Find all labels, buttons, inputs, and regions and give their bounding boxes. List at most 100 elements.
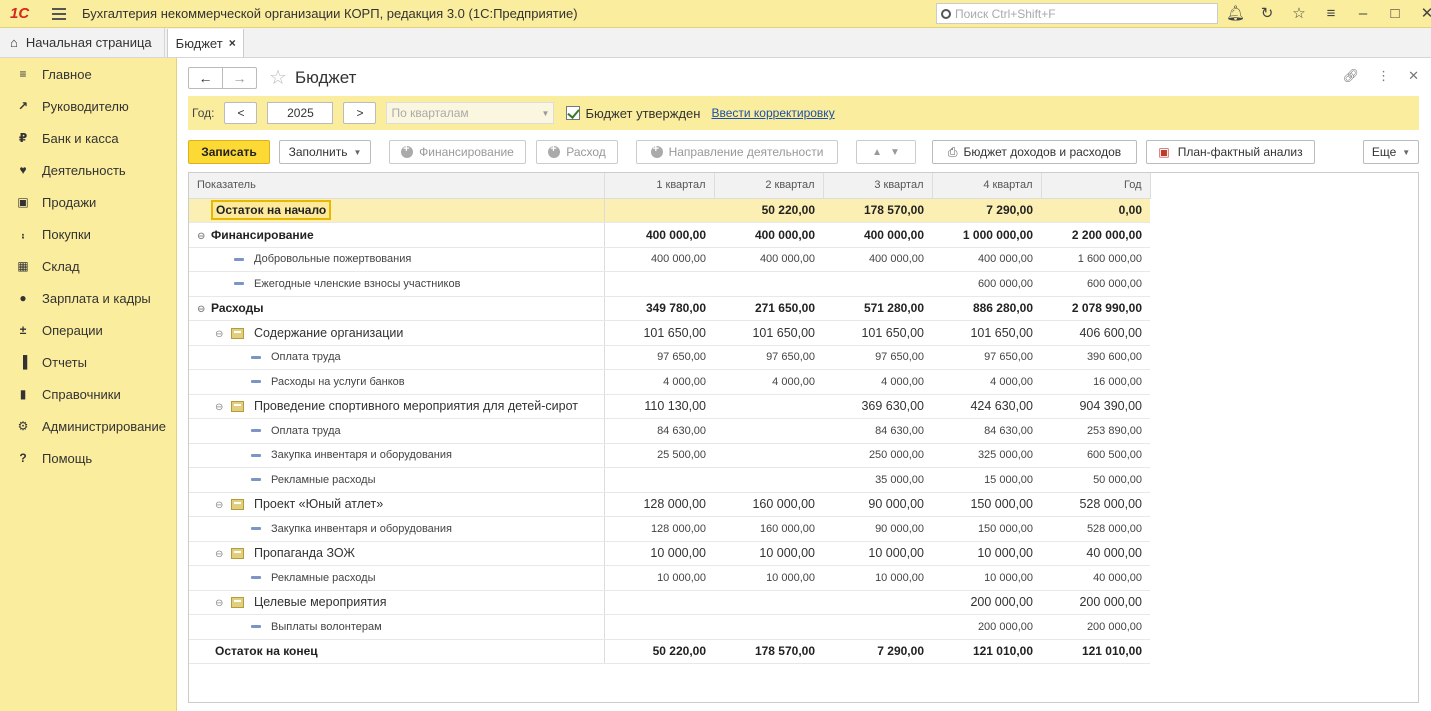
- row-label-cell[interactable]: Добровольные пожертвования: [189, 247, 605, 272]
- row-label-cell[interactable]: Рекламные расходы: [189, 467, 605, 493]
- sidebar-item[interactable]: ≡ Главное: [0, 58, 176, 90]
- value-cell[interactable]: [823, 614, 932, 640]
- value-cell[interactable]: 10 000,00: [823, 541, 932, 566]
- value-cell[interactable]: 424 630,00: [932, 394, 1041, 419]
- row-label-cell[interactable]: Остаток на конец: [189, 639, 605, 664]
- value-cell[interactable]: 4 000,00: [823, 369, 932, 395]
- value-cell[interactable]: 90 000,00: [823, 516, 932, 542]
- value-cell[interactable]: 904 390,00: [1041, 394, 1150, 419]
- column-header[interactable]: 2 квартал: [714, 173, 824, 199]
- value-cell[interactable]: 128 000,00: [604, 516, 714, 542]
- table-row[interactable]: Остаток на конец 50 220,00 178 570,00 7 290…: [189, 639, 1150, 664]
- sidebar-item[interactable]: ▣ Продажи: [0, 186, 176, 218]
- row-label-cell[interactable]: ⊖ Расходы: [189, 296, 605, 321]
- value-cell[interactable]: 178 570,00: [714, 639, 823, 664]
- value-cell[interactable]: 0,00: [1041, 198, 1150, 223]
- value-cell[interactable]: [604, 467, 714, 493]
- value-cell[interactable]: 101 650,00: [714, 320, 823, 346]
- table-row[interactable]: Добровольные пожертвования 400 000,00 400 …: [189, 247, 1150, 272]
- value-cell[interactable]: 528 000,00: [1041, 492, 1150, 517]
- value-cell[interactable]: 7 290,00: [932, 198, 1041, 223]
- value-cell[interactable]: [604, 198, 714, 223]
- value-cell[interactable]: 390 600,00: [1041, 345, 1150, 370]
- value-cell[interactable]: [714, 418, 823, 444]
- sidebar-item[interactable]: ? Помощь: [0, 442, 176, 474]
- value-cell[interactable]: 200 000,00: [932, 590, 1041, 615]
- collapse-icon[interactable]: ⊖: [197, 304, 207, 315]
- value-cell[interactable]: 369 630,00: [823, 394, 932, 419]
- value-cell[interactable]: 400 000,00: [823, 222, 932, 248]
- favorite-star-icon[interactable]: ☆: [269, 68, 287, 88]
- table-row[interactable]: ⊖ Проект «Юный атлет» 128 000,00 160 000,00…: [189, 492, 1150, 517]
- value-cell[interactable]: 40 000,00: [1041, 541, 1150, 566]
- value-cell[interactable]: 600 000,00: [932, 271, 1041, 297]
- row-label-cell[interactable]: ⊖ Проведение спортивного мероприятия для …: [189, 394, 605, 419]
- collapse-icon[interactable]: ⊖: [215, 598, 225, 609]
- value-cell[interactable]: 400 000,00: [604, 247, 714, 272]
- minimize-icon[interactable]: –: [1354, 4, 1372, 24]
- value-cell[interactable]: 84 630,00: [823, 418, 932, 444]
- value-cell[interactable]: [823, 271, 932, 297]
- value-cell[interactable]: 400 000,00: [714, 222, 823, 248]
- year-field[interactable]: 2025: [267, 102, 334, 124]
- forward-button[interactable]: →: [222, 68, 256, 88]
- row-label-cell[interactable]: ⊖ Проект «Юный атлет»: [189, 492, 605, 517]
- row-label-cell[interactable]: ⊖ Пропаганда ЗОЖ: [189, 541, 605, 566]
- value-cell[interactable]: 160 000,00: [714, 516, 823, 542]
- sidebar-item[interactable]: ⚙ Администрирование: [0, 410, 176, 442]
- value-cell[interactable]: 400 000,00: [604, 222, 714, 248]
- plan-fact-button[interactable]: ▣ План-фактный анализ: [1146, 140, 1315, 164]
- value-cell[interactable]: 325 000,00: [932, 443, 1041, 468]
- row-label-cell[interactable]: Ежегодные членские взносы участников: [189, 271, 605, 297]
- add-financing-button[interactable]: Финансирование: [389, 140, 526, 164]
- value-cell[interactable]: 128 000,00: [604, 492, 714, 517]
- row-label-cell[interactable]: Закупка инвентаря и оборудования: [189, 516, 605, 542]
- collapse-icon[interactable]: ⊖: [197, 231, 207, 242]
- value-cell[interactable]: 10 000,00: [823, 565, 932, 591]
- value-cell[interactable]: 84 630,00: [932, 418, 1041, 444]
- value-cell[interactable]: [714, 443, 823, 468]
- search-input[interactable]: Поиск Ctrl+Shift+F: [936, 3, 1218, 24]
- value-cell[interactable]: 600 500,00: [1041, 443, 1150, 468]
- value-cell[interactable]: 10 000,00: [932, 541, 1041, 566]
- value-cell[interactable]: 886 280,00: [932, 296, 1041, 321]
- form-close-icon[interactable]: ✕: [1408, 68, 1419, 84]
- value-cell[interactable]: 10 000,00: [604, 565, 714, 591]
- table-row[interactable]: Закупка инвентаря и оборудования 128 000,…: [189, 516, 1150, 542]
- value-cell[interactable]: 50 000,00: [1041, 467, 1150, 493]
- value-cell[interactable]: 10 000,00: [932, 565, 1041, 591]
- value-cell[interactable]: 571 280,00: [823, 296, 932, 321]
- close-icon[interactable]: ✕: [1418, 4, 1431, 24]
- row-label-cell[interactable]: Закупка инвентаря и оборудования: [189, 443, 605, 468]
- back-button[interactable]: ←: [189, 68, 222, 88]
- value-cell[interactable]: 40 000,00: [1041, 565, 1150, 591]
- table-row[interactable]: ⊖ Пропаганда ЗОЖ 10 000,00 10 000,00 10 000,…: [189, 541, 1150, 566]
- collapse-icon[interactable]: ⊖: [215, 500, 225, 511]
- table-row[interactable]: Выплаты волонтерам 200 000,00 200 000,00: [189, 614, 1150, 640]
- row-label-cell[interactable]: Оплата труда: [189, 345, 605, 370]
- settings-menu-icon[interactable]: ≡: [1322, 4, 1340, 24]
- table-row[interactable]: ⊖ Расходы 349 780,00 271 650,00 571 280,00 88…: [189, 296, 1150, 321]
- value-cell[interactable]: 4 000,00: [604, 369, 714, 395]
- sidebar-item[interactable]: ▐ Отчеты: [0, 346, 176, 378]
- value-cell[interactable]: [604, 614, 714, 640]
- value-cell[interactable]: 200 000,00: [1041, 614, 1150, 640]
- value-cell[interactable]: 121 010,00: [1041, 639, 1150, 664]
- value-cell[interactable]: 250 000,00: [823, 443, 932, 468]
- value-cell[interactable]: 178 570,00: [823, 198, 932, 223]
- column-header[interactable]: 1 квартал: [604, 173, 715, 199]
- value-cell[interactable]: 35 000,00: [823, 467, 932, 493]
- sidebar-item[interactable]: ▮ Справочники: [0, 378, 176, 410]
- value-cell[interactable]: 101 650,00: [932, 320, 1041, 346]
- value-cell[interactable]: [604, 590, 714, 615]
- row-label-cell[interactable]: Остаток на начало: [189, 198, 605, 223]
- value-cell[interactable]: 90 000,00: [823, 492, 932, 517]
- save-button[interactable]: Записать: [188, 140, 270, 164]
- table-row[interactable]: ⊖ Проведение спортивного мероприятия для …: [189, 394, 1150, 419]
- value-cell[interactable]: 2 200 000,00: [1041, 222, 1150, 248]
- value-cell[interactable]: 4 000,00: [714, 369, 823, 395]
- value-cell[interactable]: 1 600 000,00: [1041, 247, 1150, 272]
- collapse-icon[interactable]: ⊖: [215, 549, 225, 560]
- sidebar-item[interactable]: ± Операции: [0, 314, 176, 346]
- table-row[interactable]: Остаток на начало 50 220,00 178 570,00 7 29…: [189, 198, 1150, 223]
